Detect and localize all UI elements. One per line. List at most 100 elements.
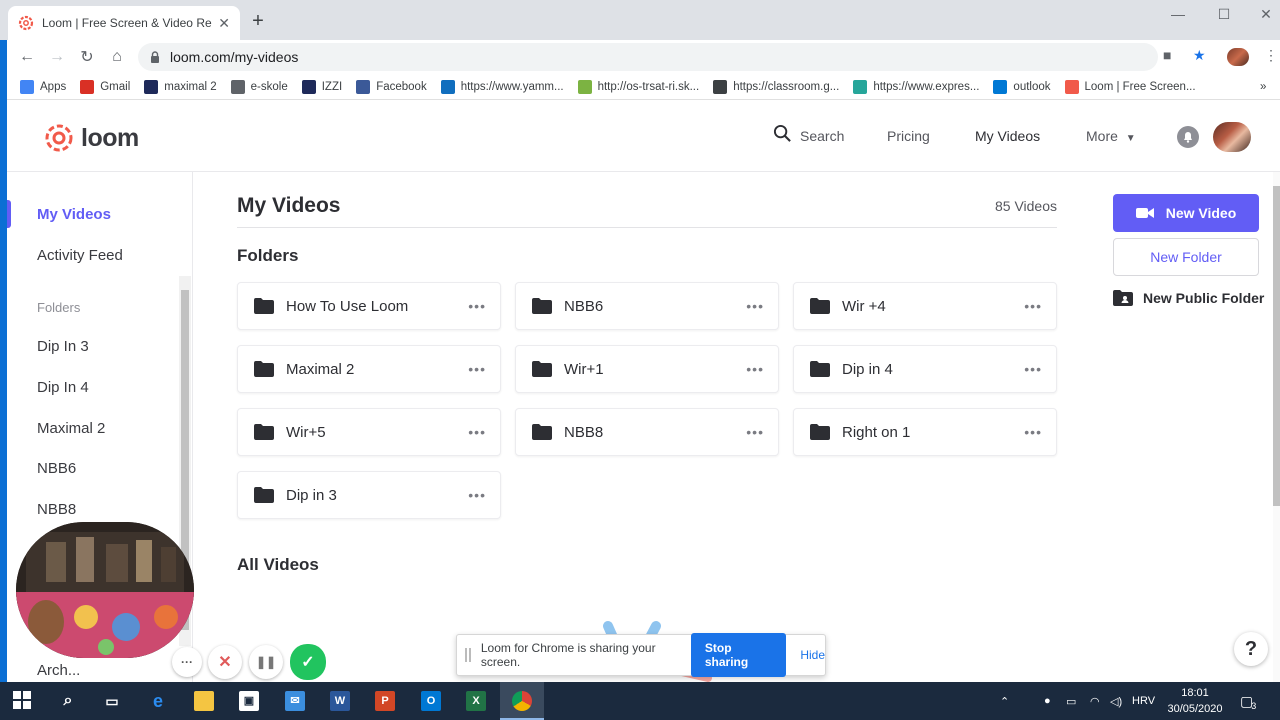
tab-close-icon[interactable]: ✕ (218, 15, 230, 32)
folder-card[interactable]: Wir+5 ••• (237, 408, 501, 456)
forward-icon[interactable]: → (42, 48, 72, 66)
bookmark-item[interactable]: Apps (20, 79, 66, 94)
folder-options-icon[interactable]: ••• (468, 424, 486, 440)
hide-link[interactable]: Hide (800, 648, 825, 662)
search-taskbar-icon[interactable]: ⌕ (58, 691, 78, 711)
folder-card[interactable]: Dip in 3 ••• (237, 471, 501, 519)
address-bar[interactable]: loom.com/my-videos (138, 43, 1158, 71)
my-videos-link[interactable]: My Videos (975, 128, 1040, 144)
profile-avatar[interactable] (1227, 48, 1249, 66)
folder-card[interactable]: Right on 1 ••• (793, 408, 1057, 456)
folder-options-icon[interactable]: ••• (746, 298, 764, 314)
stop-sharing-button[interactable]: Stop sharing (690, 633, 787, 677)
divider (237, 227, 1057, 228)
camera-icon[interactable]: ■ (1163, 47, 1171, 63)
outlook-taskbar-icon[interactable]: O (421, 691, 441, 711)
bookmark-item[interactable]: https://www.expres... (853, 79, 979, 94)
file-explorer-icon[interactable] (194, 691, 214, 711)
yammer-icon (440, 79, 455, 94)
folder-card[interactable]: NBB8 ••• (515, 408, 779, 456)
volume-icon[interactable]: ◁) (1110, 682, 1122, 720)
recorder-more-button[interactable]: ··· (172, 647, 202, 677)
folder-card[interactable]: Wir+1 ••• (515, 345, 779, 393)
folder-card[interactable]: Dip in 4 ••• (793, 345, 1057, 393)
word-icon[interactable]: W (330, 691, 350, 711)
bookmark-item[interactable]: IZZI (301, 79, 342, 94)
bookmark-item[interactable]: maximal 2 (144, 79, 217, 94)
back-icon[interactable]: ← (12, 48, 42, 66)
pause-recording-button[interactable]: ❚❚ (249, 645, 283, 679)
wifi-icon[interactable]: ◠ (1090, 682, 1100, 720)
folder-card[interactable]: NBB6 ••• (515, 282, 779, 330)
browser-tab[interactable]: Loom | Free Screen & Video Rec ✕ (8, 6, 240, 40)
powerpoint-icon[interactable]: P (375, 691, 395, 711)
folder-options-icon[interactable]: ••• (1024, 361, 1042, 377)
maximize-icon[interactable]: ☐ (1214, 6, 1234, 23)
tray-overflow-icon[interactable]: ⌃ (1000, 682, 1009, 720)
reload-icon[interactable]: ↻ (72, 47, 102, 67)
sidebar-folder-item[interactable]: Dip In 3 (37, 338, 89, 355)
bookmark-item[interactable]: https://classroom.g... (713, 79, 839, 94)
new-tab-button[interactable]: + (248, 10, 268, 33)
excel-icon[interactable]: X (466, 691, 486, 711)
mic-icon[interactable]: ● (1044, 682, 1051, 720)
folder-card[interactable]: Maximal 2 ••• (237, 345, 501, 393)
bookmark-star-icon[interactable]: ★ (1193, 47, 1206, 64)
chrome-taskbar-icon[interactable] (512, 691, 532, 711)
sidebar-folder-item[interactable]: NBB8 (37, 501, 76, 518)
new-folder-button[interactable]: New Folder (1113, 238, 1259, 276)
bookmark-item[interactable]: https://www.yamm... (440, 79, 564, 94)
task-view-icon[interactable]: ▭ (102, 691, 122, 711)
edge-browser-icon[interactable]: e (148, 691, 168, 711)
folder-card[interactable]: Wir +4 ••• (793, 282, 1057, 330)
notification-bell-icon[interactable] (1177, 126, 1199, 148)
drag-handle-icon[interactable] (465, 648, 471, 662)
language-indicator[interactable]: HRV (1132, 682, 1155, 720)
battery-icon[interactable]: ▭ (1066, 682, 1076, 720)
finish-recording-button[interactable]: ✓ (290, 644, 326, 680)
sidebar-archive-item[interactable]: Arch... (37, 662, 80, 679)
new-public-folder-button[interactable]: New Public Folder (1113, 290, 1280, 306)
bookmark-item[interactable]: Loom | Free Screen... (1064, 79, 1196, 94)
search-icon[interactable] (773, 124, 793, 144)
clock[interactable]: 18:01 30/05/2020 (1165, 685, 1225, 717)
user-avatar[interactable] (1213, 122, 1251, 152)
windows-start-icon[interactable] (12, 691, 32, 711)
more-bookmarks-icon[interactable]: » (1260, 81, 1266, 93)
page-scrollbar[interactable] (1273, 172, 1280, 682)
folder-card[interactable]: How To Use Loom ••• (237, 282, 501, 330)
sidebar-item-my-videos[interactable]: My Videos (37, 206, 111, 223)
sidebar-folder-item[interactable]: Maximal 2 (37, 420, 105, 437)
menu-kebab-icon[interactable]: ⋮ (1264, 47, 1278, 64)
minimize-icon[interactable]: — (1168, 6, 1188, 22)
folder-options-icon[interactable]: ••• (746, 424, 764, 440)
folder-options-icon[interactable]: ••• (468, 361, 486, 377)
pricing-link[interactable]: Pricing (887, 128, 930, 144)
home-icon[interactable]: ⌂ (102, 48, 132, 66)
cancel-recording-button[interactable]: ✕ (208, 645, 242, 679)
bookmark-item[interactable]: e-skole (230, 79, 288, 94)
notifications-icon[interactable]: ▢ 3 (1240, 682, 1256, 720)
mail-icon[interactable]: ✉ (285, 691, 305, 711)
bookmark-item[interactable]: Facebook (356, 79, 427, 94)
webcam-bubble[interactable] (16, 522, 194, 658)
loom-logo[interactable]: loom (43, 122, 139, 154)
folder-options-icon[interactable]: ••• (746, 361, 764, 377)
folder-options-icon[interactable]: ••• (468, 487, 486, 503)
sidebar-folder-item[interactable]: Dip In 4 (37, 379, 89, 396)
more-menu[interactable]: More ▼ (1086, 128, 1136, 144)
folder-options-icon[interactable]: ••• (1024, 298, 1042, 314)
bookmark-item[interactable]: Gmail (80, 79, 130, 94)
bookmark-item[interactable]: outlook (993, 79, 1051, 94)
sidebar-folder-item[interactable]: NBB6 (37, 460, 76, 477)
page-scroll-thumb[interactable] (1273, 186, 1280, 506)
store-icon[interactable]: ▣ (239, 691, 259, 711)
new-video-button[interactable]: New Video (1113, 194, 1259, 232)
folder-options-icon[interactable]: ••• (468, 298, 486, 314)
close-window-icon[interactable]: ✕ (1256, 6, 1276, 23)
bookmark-item[interactable]: http://os-trsat-ri.sk... (577, 79, 699, 94)
sidebar-item-activity-feed[interactable]: Activity Feed (37, 247, 123, 264)
search-link[interactable]: Search (800, 128, 844, 144)
help-button[interactable]: ? (1234, 632, 1268, 666)
folder-options-icon[interactable]: ••• (1024, 424, 1042, 440)
